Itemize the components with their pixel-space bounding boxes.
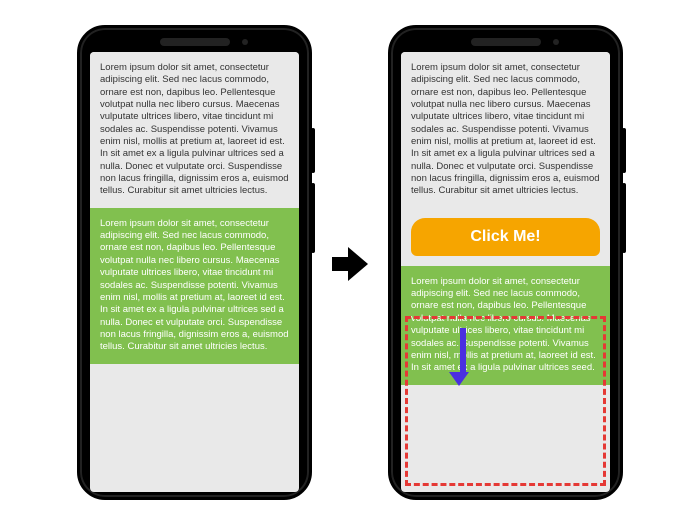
- power-button-icon: [622, 128, 626, 173]
- click-me-button[interactable]: Click Me!: [411, 218, 600, 256]
- phone-before: Lorem ipsum dolor sit amet, consectetur …: [77, 25, 312, 500]
- screen-before: Lorem ipsum dolor sit amet, consectetur …: [90, 52, 299, 492]
- volume-button-icon: [622, 183, 626, 253]
- power-button-icon: [311, 128, 315, 173]
- content-bottom: Lorem ipsum dolor sit amet, consectetur …: [401, 266, 610, 385]
- speaker-notch-icon: [471, 38, 541, 46]
- content-bottom: Lorem ipsum dolor sit amet, consectetur …: [90, 208, 299, 364]
- phone-after: Lorem ipsum dolor sit amet, consectetur …: [388, 25, 623, 500]
- volume-button-icon: [311, 183, 315, 253]
- content-top: Lorem ipsum dolor sit amet, consectetur …: [90, 52, 299, 208]
- speaker-notch-icon: [160, 38, 230, 46]
- transition-arrow-icon: [332, 245, 368, 281]
- screen-after: Lorem ipsum dolor sit amet, consectetur …: [401, 52, 610, 492]
- content-top: Lorem ipsum dolor sit amet, consectetur …: [401, 52, 610, 208]
